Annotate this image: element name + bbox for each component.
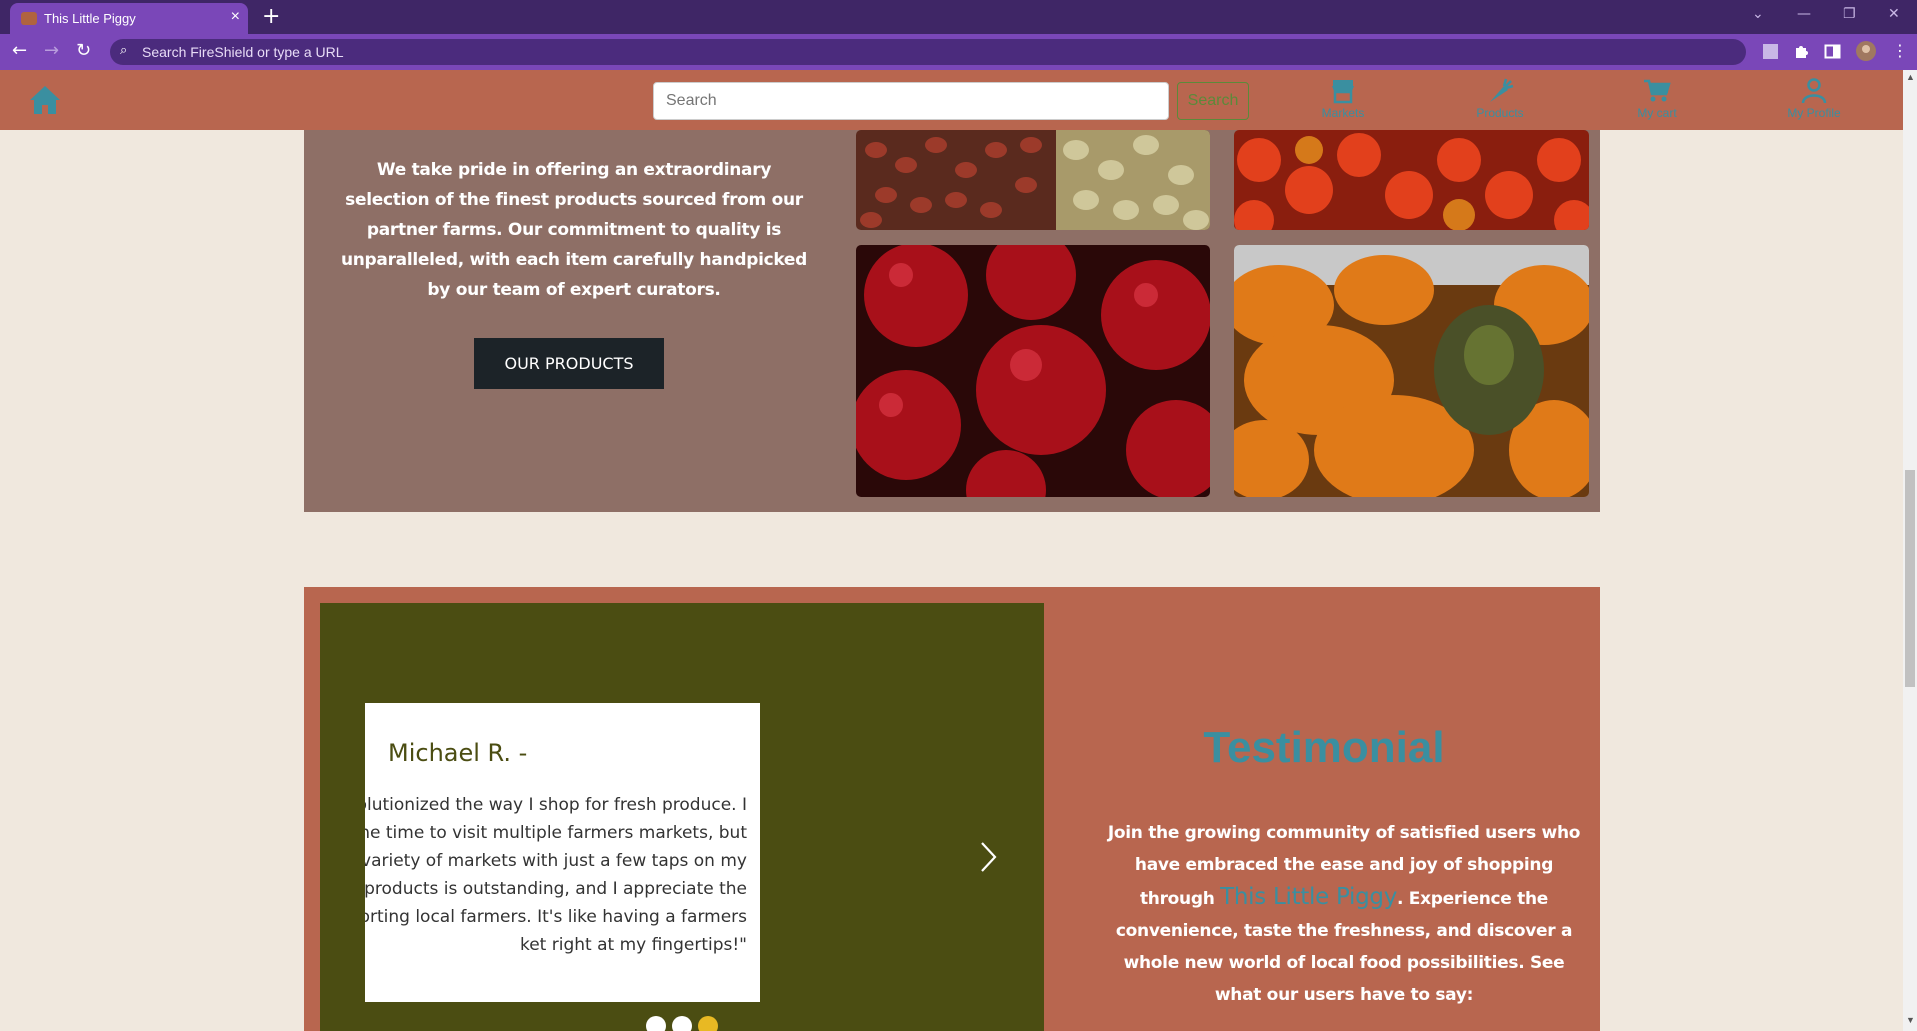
quote-line: a variety of markets with just a few tap… (365, 851, 747, 871)
sidebar-icon[interactable] (1824, 43, 1841, 60)
carousel-next-icon[interactable] (976, 840, 1000, 874)
browser-tab-bar: This Little Piggy × + ⌄ — ❐ ✕ (0, 0, 1917, 34)
home-icon[interactable] (28, 84, 62, 116)
nav-markets[interactable]: Markets (1298, 78, 1388, 120)
quote-line: the time to visit multiple farmers marke… (365, 823, 747, 843)
testimonial-description: Join the growing community of satisfied … (1104, 817, 1584, 1011)
site-navbar: Search Markets Products My cart My Profi… (0, 70, 1903, 130)
tomatoes-photo (1234, 130, 1589, 230)
testimonial-quote: volutionized the way I shop for fresh pr… (365, 791, 747, 959)
store-icon (1332, 80, 1354, 104)
tab-title: This Little Piggy (44, 11, 136, 26)
page-scrollbar[interactable]: ▲ ▼ (1903, 70, 1917, 1031)
back-icon[interactable]: ← (12, 40, 27, 61)
address-placeholder: Search FireShield or type a URL (142, 44, 344, 60)
browser-toolbar: ← → ↻ ⌕ Search FireShield or type a URL … (0, 34, 1917, 70)
puzzle-icon[interactable] (1793, 43, 1810, 60)
quote-line: pporting local farmers. It's like having… (365, 907, 747, 927)
cherries-photo (856, 245, 1210, 497)
forward-icon[interactable]: → (44, 40, 59, 61)
quote-line: ket right at my fingertips!" (519, 935, 747, 955)
menu-dots-icon[interactable]: ⋮ (1892, 41, 1908, 60)
intro-section: We take pride in offering an extraordina… (304, 130, 1600, 512)
pumpkins-photo (1234, 245, 1589, 497)
avatar[interactable] (1856, 41, 1876, 61)
nav-products-label: Products (1476, 106, 1524, 120)
nav-products[interactable]: Products (1455, 78, 1545, 120)
new-tab-button[interactable]: + (262, 4, 280, 29)
nav-cart[interactable]: My cart (1612, 78, 1702, 120)
minimize-icon[interactable]: — (1797, 6, 1811, 22)
address-bar[interactable]: ⌕ Search FireShield or type a URL (110, 39, 1746, 65)
reload-icon[interactable]: ↻ (76, 40, 91, 61)
extension-icon[interactable] (1762, 43, 1779, 60)
restore-icon[interactable]: ❐ (1843, 6, 1856, 22)
scroll-down-icon[interactable]: ▼ (1906, 1015, 1915, 1025)
search-icon: ⌕ (120, 43, 128, 58)
search-input[interactable] (653, 82, 1169, 120)
intro-text: We take pride in offering an extraordina… (340, 160, 808, 300)
testimonial-title: Testimonial (1203, 723, 1445, 772)
person-icon (1801, 78, 1827, 104)
testimonial-section: Michael R. - volutionized the way I shop… (304, 587, 1600, 1031)
nav-markets-label: Markets (1321, 106, 1365, 120)
pig-favicon-icon (21, 12, 37, 25)
close-window-icon[interactable]: ✕ (1888, 6, 1900, 22)
carousel-dot-1[interactable] (646, 1016, 666, 1031)
tab-close-icon[interactable]: × (231, 8, 240, 26)
tab-search-icon[interactable]: ⌄ (1752, 6, 1764, 22)
carousel-dot-2[interactable] (672, 1016, 692, 1031)
scroll-thumb[interactable] (1905, 470, 1915, 687)
our-products-button[interactable]: OUR PRODUCTS (474, 338, 664, 389)
testimonial-card: Michael R. - volutionized the way I shop… (365, 703, 760, 1002)
testimonial-author: Michael R. - (388, 739, 528, 767)
beans-potatoes-photo (856, 130, 1210, 230)
brand-name: This Little Piggy (1220, 884, 1398, 910)
search-button[interactable]: Search (1177, 82, 1249, 120)
browser-tab[interactable]: This Little Piggy × (10, 3, 248, 34)
quote-line: e products is outstanding, and I appreci… (365, 879, 747, 899)
cart-icon (1644, 79, 1671, 102)
scroll-up-icon[interactable]: ▲ (1906, 72, 1915, 82)
carousel-dot-3[interactable] (698, 1016, 718, 1031)
testimonial-carousel: Michael R. - volutionized the way I shop… (320, 603, 1044, 1031)
carrot-icon (1490, 78, 1514, 102)
nav-cart-label: My cart (1637, 106, 1677, 120)
quote-line: volutionized the way I shop for fresh pr… (365, 795, 747, 815)
nav-profile[interactable]: My Profile (1769, 78, 1859, 120)
nav-profile-label: My Profile (1787, 106, 1841, 120)
